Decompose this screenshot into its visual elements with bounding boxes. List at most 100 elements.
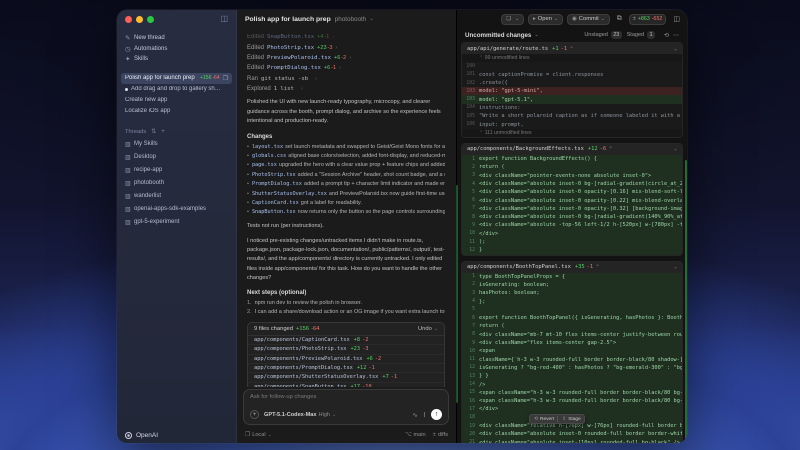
sidebar-nav-item[interactable]: ✎ New thread [117,33,236,44]
attach-button[interactable]: + [250,410,259,419]
zoom-button[interactable] [147,16,154,23]
diff-line[interactable]: 11 ); [462,238,682,246]
sort-icon[interactable]: ⇅ [151,128,156,135]
diff-line[interactable]: 9 <div className="absolute -top-56 left-… [462,221,682,229]
diff-line[interactable]: 20 <div className="absolute inset-0 roun… [462,430,682,438]
diff-line[interactable]: 15 <span className="h-3 w-3 rounded-full… [462,389,682,397]
tool-event-row[interactable]: Ran git status -sb › [247,74,445,84]
close-button[interactable] [125,16,132,23]
bullet-file-token[interactable]: globals.css [252,153,286,159]
diff-line[interactable]: 2 isGenerating: boolean; [462,281,682,289]
tool-event-row[interactable]: Explored 1 list › [247,84,445,94]
panel-toggle-icon[interactable]: ◫ [673,15,680,23]
diff-line[interactable]: 21 <div className="absolute inset-[10px]… [462,438,682,443]
diff-line[interactable]: 6 <div className="absolute inset-0 opaci… [462,196,682,204]
diff-line[interactable]: 9 <div className="flex items-center gap-… [462,339,682,347]
minimize-button[interactable] [136,16,143,23]
branch-indicator[interactable]: ⌥ main [405,432,426,438]
total-diff-badge[interactable]: ± +863 -652 [629,14,667,25]
model-selector[interactable]: GPT-5.1-Codex-MaxHigh⌄ [264,412,336,418]
refresh-icon[interactable]: ⟲ [664,32,669,39]
undo-button[interactable]: Undo⌄ [418,326,438,332]
diff-line[interactable]: 6 export function BoothTopPanel({ isGene… [462,314,682,322]
tool-event-row[interactable]: Edited SnapButton.tsx +4 -1 › [247,32,445,42]
thread-titlebar[interactable]: Polish app for launch prep photobooth ⌄ [237,10,456,28]
diff-line[interactable]: 100 [462,62,682,70]
diff-line[interactable]: 1 export function BackgroundEffects() { [462,155,682,163]
folder-item[interactable]: ▥ photobooth [117,177,236,190]
diff-line[interactable]: 111 unmodified lines [462,129,682,137]
diff-line[interactable]: 103 model: "gpt-5.1", [462,95,682,103]
diff-line[interactable]: 3 hasPhotos: boolean; [462,289,682,297]
diff-line[interactable]: 106 input: prompt, [462,120,682,128]
diff-line[interactable]: 11 className={`h-3 w-3 rounded-full bord… [462,356,682,364]
device-selector-button[interactable]: ❏⌄ [501,14,524,25]
diff-file-header[interactable]: app/components/BoothTopPanel.tsx +35 -1 … [462,262,682,273]
thread-transcript[interactable]: Edited SnapButton.tsx +4 -1 › Edited Pho… [237,28,455,387]
tool-event-row[interactable]: Edited PromptDialog.tsx +6 -1 › [247,63,445,73]
folder-item[interactable]: ▥ openai-apps-sdk-examples [117,203,236,216]
diff-file-header[interactable]: app/components/BackgroundEffects.tsx +12… [462,144,682,155]
diff-line[interactable]: 1 type BoothTopPanelProps = { [462,273,682,281]
diff-line[interactable]: 17 </div> [462,405,682,413]
copy-icon[interactable]: ⧉ [617,15,622,23]
sidebar-toggle-icon[interactable]: ◫ [220,15,228,23]
tool-event-row[interactable]: Edited PhotoStrip.tsx +23 -3 › [247,42,445,52]
diff-line[interactable]: 10 </div> [462,230,682,238]
bullet-file-token[interactable]: layout.tsx [252,144,283,150]
diff-line[interactable]: 7 <div className="absolute inset-0 opaci… [462,205,682,213]
overflow-menu-icon[interactable]: ⋯ [673,32,679,39]
diff-line[interactable]: 14 /> [462,380,682,388]
environment-label[interactable]: Local [252,432,265,438]
changed-file-row[interactable]: app/components/PreviewPolaroid.tsx +6 -2 [248,355,444,364]
send-button[interactable]: ↑ [431,409,442,420]
diff-line[interactable]: 102 .create({ [462,79,682,87]
diff-line[interactable]: 7 return ( [462,322,682,330]
bullet-file-token[interactable]: PromptDialog.tsx [252,181,302,187]
diff-line[interactable]: 8 <div className="mb-7 mt-10 flex items-… [462,331,682,339]
add-icon[interactable]: + [161,129,165,135]
diff-line[interactable]: 16 <span className="h-3 w-3 rounded-full… [462,397,682,405]
folder-item[interactable]: ▥ wanderlist [117,190,236,203]
diff-line[interactable]: 3 <div className="pointer-events-none ab… [462,172,682,180]
diff-line[interactable]: 103 model: "gpt-5-mini", [462,87,682,95]
diff-line[interactable]: 105 "Write a short polaroid caption as i… [462,112,682,120]
diff-line[interactable]: 13 }`} [462,372,682,380]
diff-line[interactable]: 10 <span [462,347,682,355]
diff-line[interactable]: 12 isGenerating ? "bg-red-400" : hasPhot… [462,364,682,372]
uncommitted-changes-label[interactable]: Uncommitted changes [465,32,531,39]
thread-item[interactable]: Localize iOS app ❐ [121,106,232,117]
changed-file-row[interactable]: app/components/SnapButton.tsx +17 -18 [248,383,444,387]
folder-item[interactable]: ▥ My Skills [117,138,236,151]
diff-file-header[interactable]: app/api/generate/route.ts +1 -1 ⌃ ⌄ [462,43,682,54]
thread-item[interactable]: Polish app for launch prep +156 -64 ❐ [121,73,232,84]
changed-file-row[interactable]: app/components/CaptionCard.tsx +8 -2 [248,336,444,345]
diff-line[interactable]: 4 }; [462,297,682,305]
composer-input[interactable]: Ask for follow-up changes [250,394,442,400]
diff-minimap-scrollbar[interactable] [685,160,688,443]
tool-event-row[interactable]: Edited PreviewPolaroid.tsx +6 -2 › [247,53,445,63]
diff-line[interactable]: 12 } [462,246,682,254]
composer[interactable]: Ask for follow-up changes + GPT-5.1-Code… [243,389,449,425]
diff-file-list[interactable]: app/api/generate/route.ts +1 -1 ⌃ ⌄ 99 u… [461,42,683,443]
diffs-indicator[interactable]: ± diffs [433,432,448,438]
diff-line[interactable]: 5 <div className="absolute inset-0 opaci… [462,188,682,196]
changed-file-row[interactable]: app/components/ShutterStatusOverlay.tsx … [248,373,444,382]
thread-item[interactable]: Add drag and drop to gallery shot… ❐ [121,84,232,95]
open-button[interactable]: ▸Open⌄ [528,14,563,25]
bullet-file-token[interactable]: SnapButton.tsx [252,209,296,215]
bullet-file-token[interactable]: PhotoStrip.tsx [252,172,296,178]
commit-button[interactable]: ◉Commit⌄ [567,14,610,25]
stage-action-label[interactable]: Stage [568,417,581,422]
sidebar-nav-item[interactable]: ✦ Skills [117,54,236,65]
sidebar-nav-item[interactable]: ◷ Automations [117,44,236,55]
audio-icon[interactable]: ∿ [412,411,417,419]
diff-line[interactable]: 4 <div className="absolute inset-0 bg-[r… [462,180,682,188]
diff-line[interactable]: 8 <div className="absolute inset-0 bg-[r… [462,213,682,221]
mic-icon[interactable]: ⌇ [423,411,426,419]
changed-file-row[interactable]: app/components/PromptDialog.tsx +12 -1 [248,364,444,373]
diff-line[interactable]: 101 const captionPromise = client.respon… [462,71,682,79]
diff-line[interactable]: 104 instructions: [462,104,682,112]
changed-file-row[interactable]: app/components/PhotoStrip.tsx +23 -3 [248,345,444,354]
folder-item[interactable]: ▥ gpt-5-experiment [117,216,236,229]
